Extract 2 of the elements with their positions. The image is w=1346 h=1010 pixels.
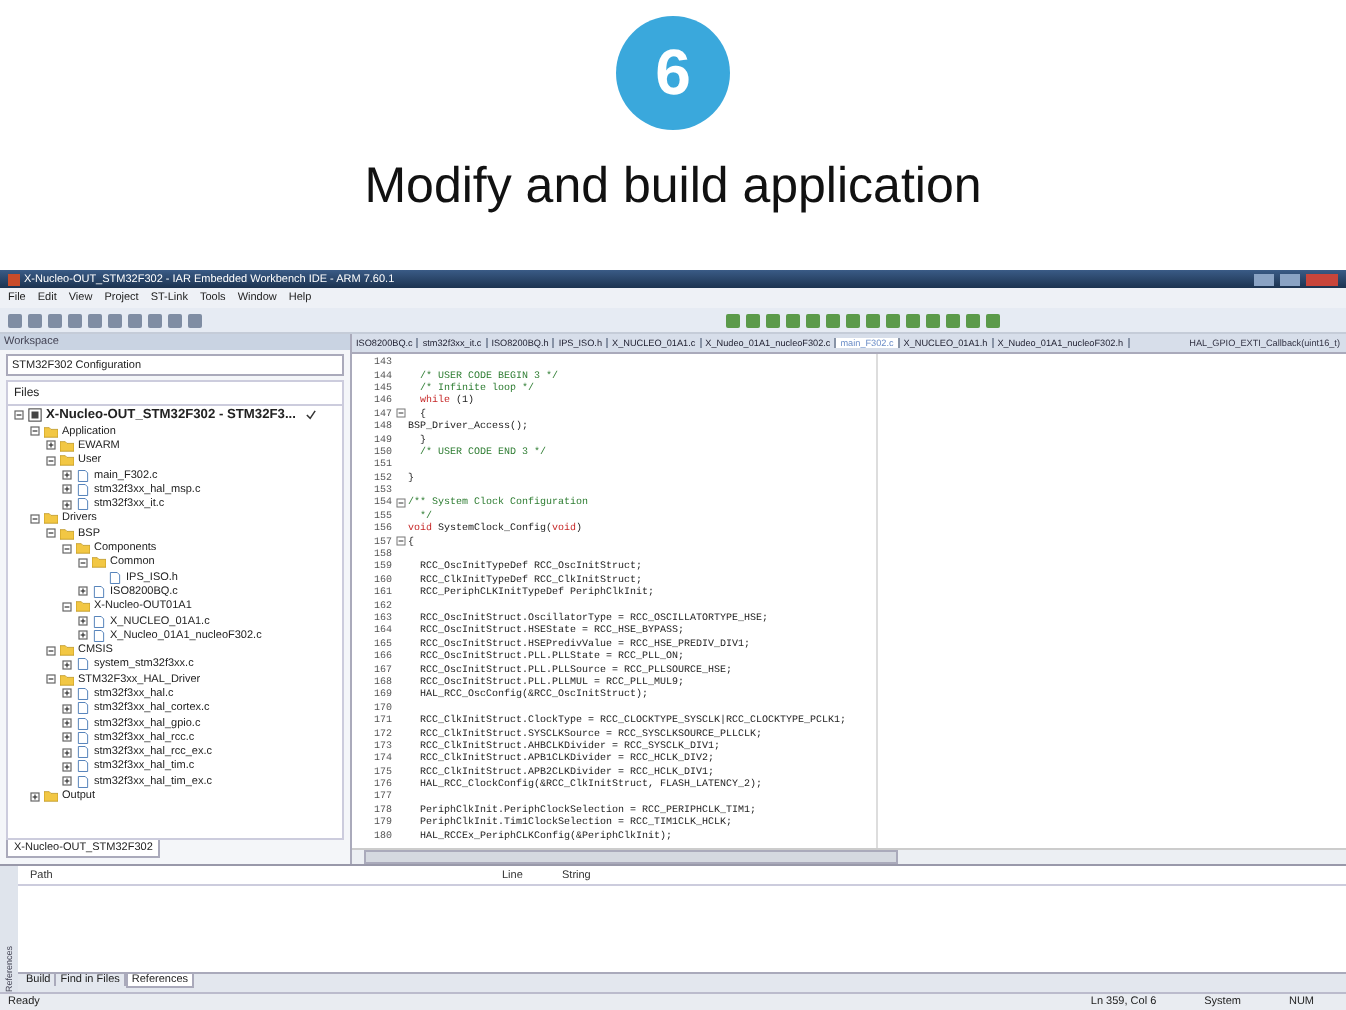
slide-title: Modify and build application: [364, 158, 982, 216]
step-number-badge: 6: [616, 16, 730, 130]
